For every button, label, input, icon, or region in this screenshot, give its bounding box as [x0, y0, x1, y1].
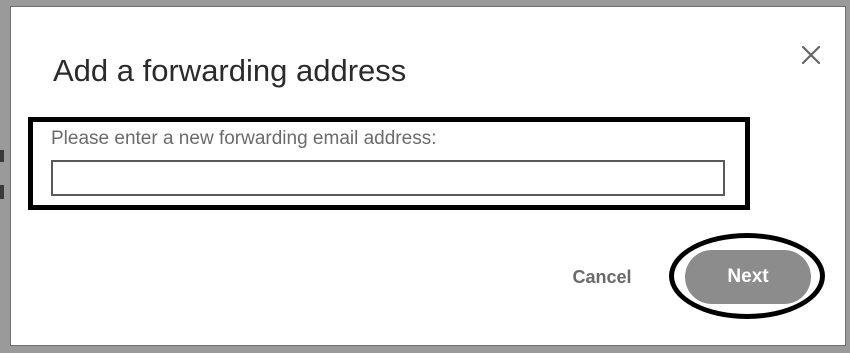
- screenshot-stage: Add a forwarding address Please enter a …: [0, 0, 850, 353]
- next-button[interactable]: Next: [685, 250, 811, 304]
- cancel-button[interactable]: Cancel: [547, 257, 657, 297]
- dialog-title: Add a forwarding address: [53, 53, 407, 88]
- background-page-edge: [0, 185, 4, 199]
- close-icon: [801, 45, 821, 65]
- close-button[interactable]: [795, 39, 827, 71]
- forwarding-address-dialog: Add a forwarding address Please enter a …: [10, 6, 846, 346]
- background-page-edge: [0, 150, 4, 162]
- email-prompt-label: Please enter a new forwarding email addr…: [51, 128, 437, 149]
- forwarding-email-input[interactable]: [51, 160, 725, 196]
